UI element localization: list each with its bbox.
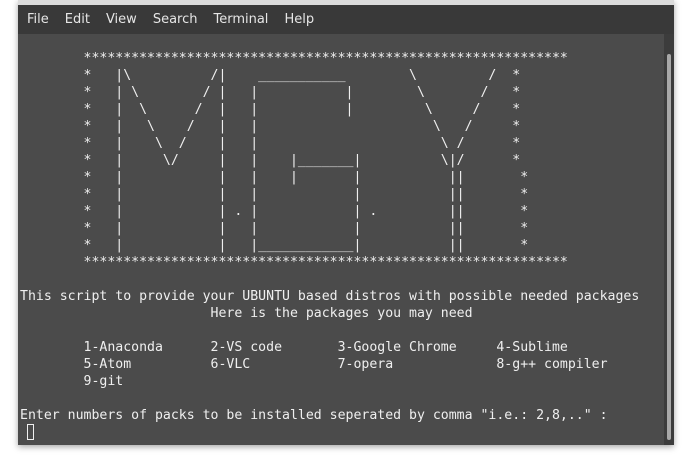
vertical-scrollbar[interactable]	[664, 34, 674, 445]
terminal-cursor[interactable]	[27, 424, 34, 440]
ascii-art-line: * | | | | | || *	[20, 170, 529, 185]
ascii-art-line: * | | | | || *	[20, 221, 529, 236]
ascii-art-line: * | | . | | . || *	[20, 204, 529, 219]
menu-bar: File Edit View Search Terminal Help	[18, 5, 674, 34]
ascii-border-bottom: ****************************************…	[20, 255, 568, 270]
intro-message: This script to provide your UBUNTU based…	[20, 289, 640, 304]
menu-file[interactable]: File	[18, 12, 57, 27]
ascii-border-top: ****************************************…	[20, 51, 568, 66]
ascii-art-line: * | \ / | | \ / *	[20, 136, 521, 151]
package-options-row-1: 1-Anaconda 2-VS code 3-Google Chrome 4-S…	[20, 340, 568, 355]
menu-view[interactable]: View	[98, 12, 145, 27]
menu-terminal[interactable]: Terminal	[205, 12, 276, 27]
ascii-art-line: * | \ / | | | \ / *	[20, 102, 521, 117]
scrollbar-thumb[interactable]	[667, 54, 671, 440]
ascii-art-line: * | | |____________| || *	[20, 238, 529, 253]
packages-heading: Here is the packages you may need	[20, 306, 473, 321]
ascii-art-line: * | | | | || *	[20, 187, 529, 202]
ascii-art-line: * | \/ | | |_______| \|/ *	[20, 153, 521, 168]
terminal-output-area[interactable]: ****************************************…	[18, 34, 664, 445]
ascii-art-line: * | \ / | | \ / *	[20, 119, 521, 134]
menu-search[interactable]: Search	[145, 12, 206, 27]
menu-help[interactable]: Help	[276, 12, 322, 27]
terminal-output-text: ****************************************…	[20, 50, 639, 424]
ascii-art-line: * |\ /| ___________ \ / *	[20, 68, 521, 83]
package-options-row-3: 9-git	[20, 374, 124, 389]
menu-edit[interactable]: Edit	[57, 12, 98, 27]
package-options-row-2: 5-Atom 6-VLC 7-opera 8-g++ compiler	[20, 357, 608, 372]
terminal-window: File Edit View Search Terminal Help ****…	[18, 0, 674, 445]
ascii-art-line: * | \ / | | | \ / *	[20, 85, 521, 100]
input-prompt: Enter numbers of packs to be installed s…	[20, 408, 608, 423]
